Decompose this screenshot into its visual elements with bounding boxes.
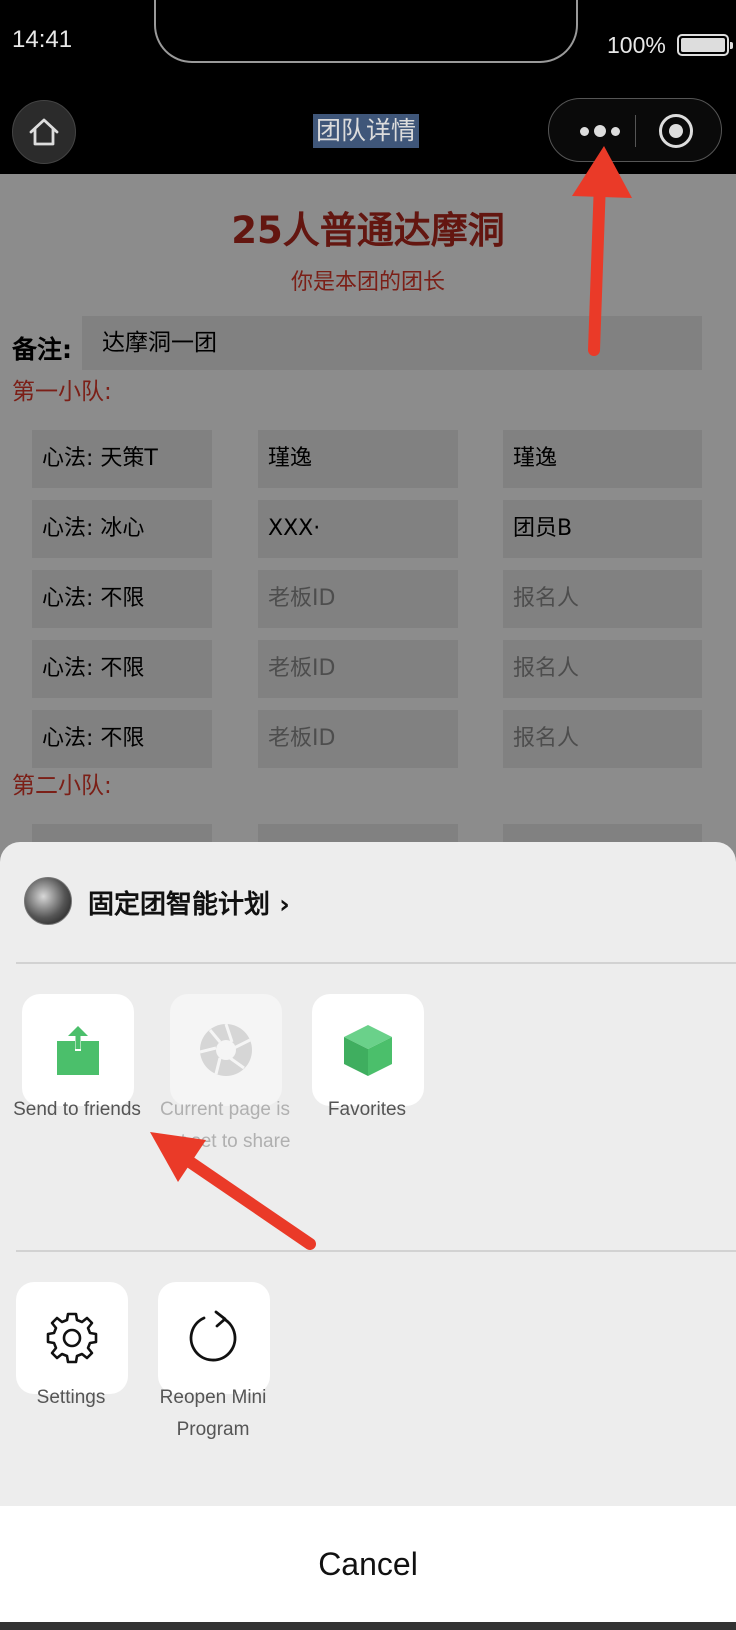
refresh-icon [189, 1310, 237, 1362]
share-upload-icon [57, 1025, 99, 1075]
share-disabled-label: Current page is not set to share [159, 1099, 291, 1152]
page-title: 团队详情 [313, 114, 420, 148]
nav-bar: 团队详情 [0, 88, 736, 174]
home-icon [29, 118, 59, 146]
chevron-right-icon: › [279, 890, 290, 920]
send-to-friends-button[interactable] [22, 994, 134, 1106]
share-disabled-button [170, 994, 282, 1106]
favorites-label: Favorites [327, 1099, 407, 1120]
settings-button[interactable] [16, 1282, 128, 1394]
divider [16, 1250, 736, 1252]
more-menu-button[interactable] [571, 119, 629, 143]
settings-label: Settings [36, 1387, 106, 1408]
more-dot-icon [611, 126, 620, 136]
battery-icon [677, 34, 733, 56]
favorites-button[interactable] [312, 994, 424, 1106]
battery-percent: 100% [607, 32, 666, 58]
close-mini-program-icon[interactable] [659, 114, 693, 148]
more-dot-icon [580, 126, 589, 136]
mini-program-header[interactable]: 固定团智能计划 › [0, 842, 736, 962]
home-button[interactable] [12, 100, 76, 164]
cube-icon [344, 1025, 392, 1076]
cancel-button[interactable]: Cancel [0, 1506, 736, 1622]
status-time: 14:41 [12, 26, 73, 53]
gear-icon [46, 1312, 98, 1364]
share-action-sheet: 固定团智能计划 › Send to friends Current page i… [0, 842, 736, 1630]
app-avatar [24, 877, 72, 925]
app-name-text: 固定团智能计划 [88, 890, 271, 920]
more-dot-icon [594, 125, 606, 137]
mini-program-capsule [548, 98, 722, 162]
capsule-separator [635, 115, 636, 147]
home-indicator [0, 1622, 736, 1630]
mini-program-name: 固定团智能计划 › [88, 884, 290, 921]
reopen-mini-program-label: Reopen Mini Program [159, 1387, 267, 1440]
device-notch [154, 0, 578, 63]
reopen-mini-program-button[interactable] [158, 1282, 270, 1394]
shutter-icon [199, 1023, 252, 1076]
divider [16, 962, 736, 964]
status-bar: 14:41 100% [0, 0, 736, 88]
send-to-friends-label: Send to friends [13, 1099, 141, 1120]
